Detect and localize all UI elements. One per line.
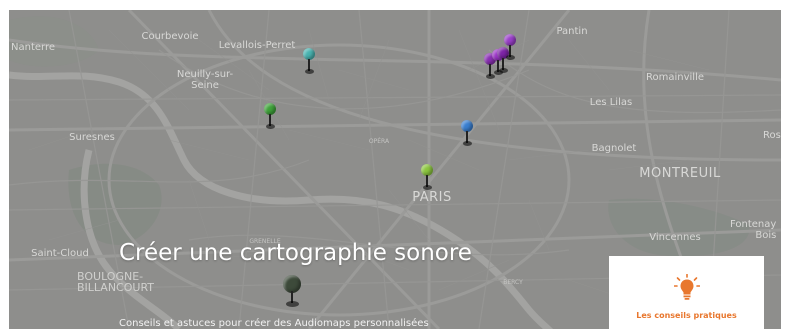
map-pin-purple-4[interactable]	[504, 34, 516, 62]
hero-subtitle: Conseils et astuces pour créer des Audio…	[119, 318, 429, 329]
tips-card-label: Les conseils pratiques	[636, 311, 737, 320]
tips-card[interactable]: Les conseils pratiques	[609, 256, 764, 329]
map-pin-green[interactable]	[264, 103, 276, 131]
pin-shadow	[305, 69, 314, 74]
page: Nanterre Courbevoie Levallois-Perret Neu…	[0, 0, 786, 329]
pin-shadow	[463, 141, 472, 146]
pin-shadow	[266, 124, 275, 129]
pin-shadow	[506, 55, 515, 60]
pin-shadow	[286, 301, 299, 307]
map-pin-teal[interactable]	[303, 48, 315, 76]
lightbulb-icon	[674, 274, 700, 300]
map-pin-blue[interactable]	[461, 120, 473, 148]
hero-title: Créer une cartographie sonore	[119, 240, 472, 266]
map-pin-dark[interactable]	[283, 275, 301, 307]
map-pin-lime[interactable]	[421, 164, 433, 192]
pin-shadow	[423, 185, 432, 190]
pin-shadow	[499, 68, 508, 73]
